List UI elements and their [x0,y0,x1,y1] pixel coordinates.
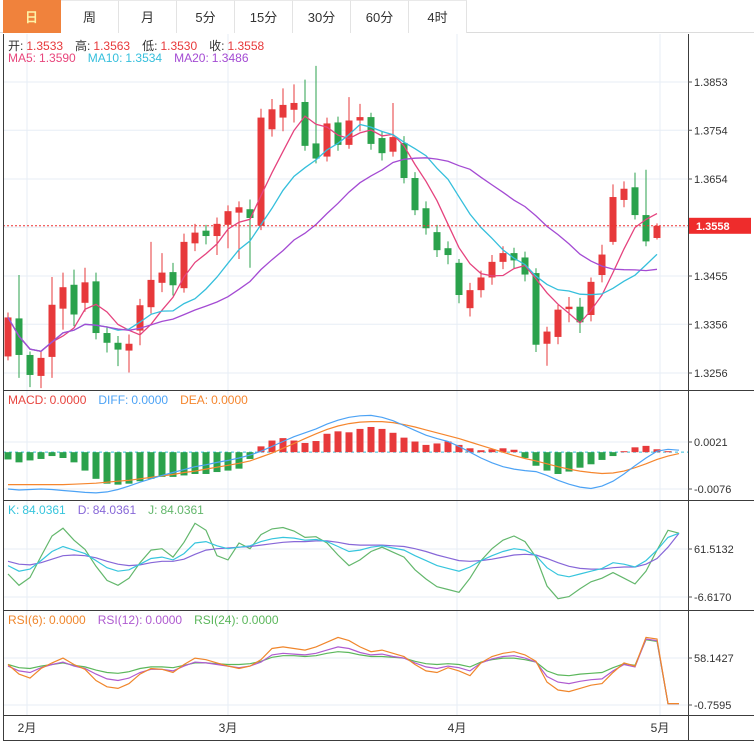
timeframe-tabbar: 日周月 5分 15分 30分 60分 4时 [0,0,754,33]
timeframe-tab-6[interactable]: 60分 [351,0,409,33]
month-axis-labels: 2月 3月 4月 5月 [18,721,670,735]
legend-value: 0.0000 [49,393,87,407]
axis-tick-label: 1.3754 [694,125,728,137]
legend-value: 1.3590 [39,51,76,65]
ma-legend: MA5: 1.3590 MA10: 1.3534 MA20: 1.3486 [8,51,261,65]
axis-tick-label: 0.0021 [694,437,728,449]
j-line [7,522,680,600]
legend-value: 0.0000 [131,393,169,407]
legend-value: 84.0361 [92,503,137,517]
rsi24-line [7,639,679,705]
chart-canvas[interactable]: 1.3853 1.3754 1.3654 1.3455 1.3356 1.3256 0.00… [0,0,754,748]
month-label: 2月 [18,721,37,735]
macd-legend: MACD: 0.0000 DIFF: 0.0000 DEA: 0.0000 [8,393,260,407]
k-line [7,532,680,578]
legend-label: D: [77,503,90,517]
rsi-legend: RSI(6): 0.0000 RSI(12): 0.0000 RSI(24): 0.000… [8,613,291,627]
legend-value: 0.0000 [211,393,248,407]
legend-value: 1.3534 [125,51,163,65]
legend-value: 0.0000 [49,613,86,627]
d-line [7,532,680,570]
k-line [7,532,680,578]
axis-tick-label: 58.1427 [694,653,734,665]
rsi12-line [7,638,679,705]
current-price-label: 1.3558 [696,221,730,233]
timeframe-tab-1[interactable]: 周 [61,0,119,33]
timeframe-tab-4[interactable]: 15分 [235,0,293,33]
legend-label: J: [148,503,158,517]
axis-tick-label: 61.5132 [694,544,734,556]
legend-label: MACD: [8,393,47,407]
legend-label: DIFF: [98,393,129,407]
axis-tick-label: 1.3356 [694,319,728,331]
rsi12-line [7,638,679,705]
legend-label: RSI(6): [8,613,47,627]
d-line [7,532,680,570]
current-price-tag: 1.3558 [689,217,751,234]
j-line [7,522,680,600]
axis-tick-label: 1.3654 [694,174,728,186]
timeframe-tab-0[interactable]: 日 [3,0,61,33]
legend-label: DEA: [180,393,209,407]
legend-label: RSI(24): [194,613,239,627]
legend-label: MA20: [174,51,209,65]
legend-label: RSI(12): [97,613,143,627]
kdj-legend: K: 84.0361 D: 84.0361 J: 84.0361 [8,503,216,517]
axis-tick-label: -0.7595 [694,700,731,712]
rsi24-line [7,639,679,705]
month-label: 5月 [651,721,670,735]
axis-tick-label: 1.3256 [694,368,728,380]
timeframe-tab-3[interactable]: 5分 [177,0,235,33]
macd-histogram [4,426,672,485]
axis-tick-label: 1.3455 [694,271,728,283]
legend-label: MA5: [8,51,37,65]
month-label: 3月 [219,721,238,735]
legend-label: K: [8,503,20,517]
axis-labels: 1.3853 1.3754 1.3654 1.3455 1.3356 1.3256 0.00… [688,77,734,712]
legend-value: 1.3486 [211,51,249,65]
legend-value: 84.0361 [22,503,66,517]
month-label: 4月 [448,721,467,735]
trading-chart-app: 1.3853 1.3754 1.3654 1.3455 1.3356 1.3256 0.00… [0,0,754,748]
legend-value: 0.0000 [241,613,279,627]
axis-tick-label: -6.6170 [694,592,731,604]
timeframe-tab-5[interactable]: 30分 [293,0,351,33]
legend-value: 0.0000 [145,613,183,627]
legend-value: 84.0361 [160,503,204,517]
timeframe-tab-2[interactable]: 月 [119,0,177,33]
axis-tick-label: 1.3853 [694,77,728,89]
axis-tick-label: -0.0076 [694,484,731,496]
timeframe-tab-7[interactable]: 4时 [409,0,467,33]
legend-label: MA10: [87,51,123,65]
